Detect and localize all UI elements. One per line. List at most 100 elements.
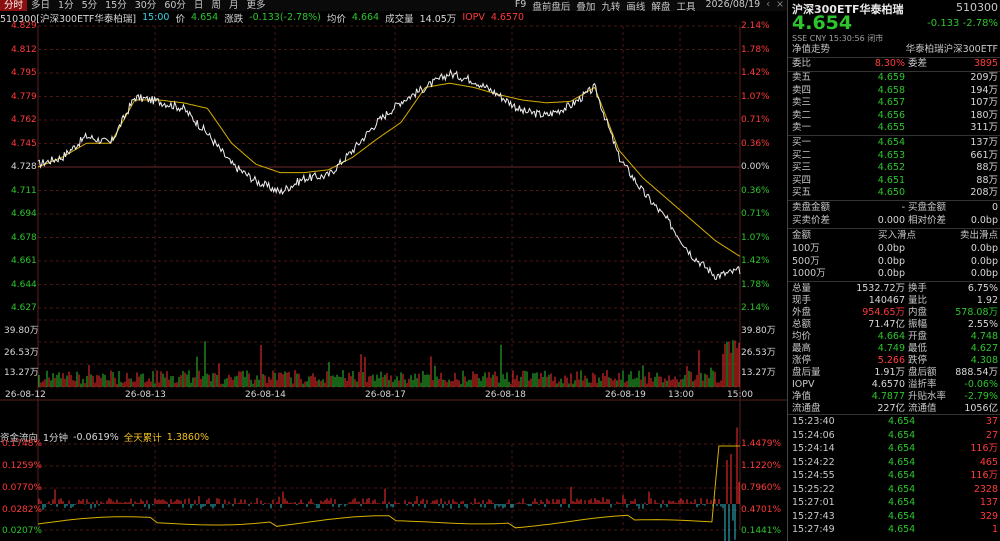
stat-row: 总额 71.47亿 振幅 2.55% — [788, 319, 1000, 331]
trade-time: 15:27:43 — [792, 510, 835, 522]
ask-price: 4.657 — [877, 97, 905, 108]
bid-price: 4.652 — [877, 162, 905, 173]
fund-flow-value: -0.0619% — [73, 431, 119, 443]
ask-row[interactable]: 卖四 4.658 194万 — [788, 85, 1000, 97]
ask-row[interactable]: 卖五 4.659 209万 — [788, 72, 1000, 84]
pct-axis-label: 2.14% — [741, 303, 770, 313]
slippage-row: 500万 0.0bp 0.0bp — [788, 256, 1000, 268]
stat-row: 均价 4.664 开盘 4.748 — [788, 331, 1000, 343]
price-axis-label: 4.694 — [11, 209, 37, 219]
trade-volume: 116万 — [970, 470, 998, 481]
amount-value: 0.0bp — [970, 214, 998, 226]
pct-axis-label: 0.36% — [741, 138, 770, 149]
ask-row[interactable]: 卖三 4.657 107万 — [788, 97, 1000, 109]
trade-volume: 116万 — [970, 443, 998, 454]
trade-price: 4.654 — [888, 510, 916, 522]
trade-price: 4.654 — [888, 429, 916, 441]
price-axis-label: 4.762 — [11, 115, 37, 125]
quote-change-pct: -2.78% — [962, 18, 998, 29]
stat-value: 1532.72万 — [856, 283, 905, 294]
stat-value: 5.266 — [877, 355, 905, 366]
bid-row[interactable]: 买三 4.652 88万 — [788, 162, 1000, 174]
divider — [788, 228, 1000, 229]
quote-change-value: -0.133 — [927, 18, 960, 29]
trade-time: 15:27:49 — [792, 524, 835, 535]
slippage-row: 1000万 0.0bp 0.0bp — [788, 268, 1000, 280]
stat-value: 1.91万 — [874, 367, 905, 378]
trade-time: 15:24:22 — [792, 456, 835, 468]
stat-value: 2.55% — [967, 319, 998, 330]
slip-sell-header: 卖出滑点 — [959, 230, 998, 241]
stat-value: 578.08万 — [955, 307, 998, 318]
stat-value: 954.65万 — [862, 307, 905, 318]
trade-price: 4.654 — [888, 524, 916, 535]
stat-label: 总量 — [792, 283, 812, 294]
quote-code: 510300 — [956, 1, 998, 14]
stat-value: 888.54万 — [955, 367, 998, 378]
fund-flow-period[interactable]: 1分钟 — [43, 430, 68, 444]
bid-price: 4.650 — [877, 187, 905, 198]
slip-buy: 0.0bp — [877, 243, 905, 254]
stat-value: 1.92 — [976, 295, 998, 306]
ask-volume: 107万 — [970, 97, 998, 108]
bid-volume: 208万 — [970, 187, 998, 198]
price-axis-label: 4.728 — [11, 162, 37, 172]
amount-label: 相对价差 — [908, 214, 947, 226]
stat-label: 升贴水率 — [908, 391, 947, 402]
amount-value: - — [901, 202, 905, 213]
fund-axis-label: 0.1441% — [741, 526, 782, 536]
stat-row: 涨停 5.266 跌停 4.308 — [788, 355, 1000, 367]
ratio-label: 委比 — [792, 58, 812, 69]
stat-value: -0.06% — [964, 379, 998, 390]
volume-axis-label: 39.80万 — [4, 326, 39, 336]
divider — [788, 200, 1000, 201]
ask-volume: 311万 — [970, 122, 998, 133]
price-axis-label: 4.644 — [11, 279, 37, 290]
ask-row[interactable]: 卖一 4.655 311万 — [788, 122, 1000, 134]
fund-flow-total: 1.3860% — [166, 431, 210, 443]
trade-row: 15:27:49 4.654 1 — [788, 524, 1000, 536]
stat-label: 均价 — [792, 331, 812, 342]
price-axis-label: 4.812 — [11, 44, 37, 55]
time-axis-label: 26-08-19 — [605, 390, 646, 400]
ratio-value: 8.30% — [874, 58, 905, 69]
trade-price: 4.654 — [888, 456, 916, 468]
bid-row[interactable]: 买一 4.654 137万 — [788, 137, 1000, 149]
ask-row[interactable]: 卖二 4.656 180万 — [788, 110, 1000, 122]
quote-change: -0.133 -2.78% — [927, 18, 998, 29]
fund-axis-label: 0.0282% — [2, 505, 43, 515]
nav-trend-row[interactable]: 净值走势 华泰柏瑞沪深300ETF — [788, 44, 1000, 56]
fund-axis-label: 0.0770% — [2, 483, 43, 493]
amount-row: 卖盘金额 - 买盘金额 0 — [788, 202, 1000, 214]
trade-volume: 465 — [979, 456, 998, 468]
bid-row[interactable]: 买五 4.650 208万 — [788, 187, 1000, 199]
bid-volume: 88万 — [976, 162, 998, 173]
stat-label: 开盘 — [908, 331, 928, 342]
nav-trend-link[interactable]: 净值走势 — [792, 44, 830, 56]
stat-value: -2.79% — [964, 391, 998, 402]
stat-value: 4.748 — [970, 331, 998, 342]
fund-axis-label: 0.7960% — [741, 483, 782, 493]
stat-value: 4.627 — [970, 343, 998, 354]
intraday-chart[interactable] — [0, 0, 787, 541]
stat-label: 溢折率 — [908, 379, 937, 390]
trade-time: 15:24:14 — [792, 443, 835, 454]
amount-label: 买卖价差 — [792, 214, 831, 226]
price-axis-label: 4.779 — [11, 91, 37, 102]
price-axis-label: 4.829 — [11, 21, 37, 31]
stat-label: 总额 — [792, 319, 812, 330]
stat-value: 4.7877 — [871, 391, 905, 402]
quote-panel: 沪深300ETF华泰柏瑞 510300 4.654 -0.133 -2.78% … — [788, 0, 1000, 541]
trade-time: 15:25:22 — [792, 483, 835, 495]
trade-price: 4.654 — [888, 416, 916, 427]
bid-price: 4.653 — [877, 149, 905, 161]
bid-row[interactable]: 买四 4.651 88万 — [788, 175, 1000, 187]
ask-label: 卖二 — [792, 109, 812, 121]
stat-row: 总量 1532.72万 换手 6.75% — [788, 283, 1000, 295]
slip-buy-header: 买入滑点 — [878, 230, 917, 241]
bid-row[interactable]: 买二 4.653 661万 — [788, 150, 1000, 162]
stat-label: 最低 — [908, 343, 928, 354]
stat-label: 振幅 — [908, 319, 928, 330]
amount-value: 0.000 — [877, 214, 905, 226]
stat-label: 盘后量 — [792, 367, 821, 378]
